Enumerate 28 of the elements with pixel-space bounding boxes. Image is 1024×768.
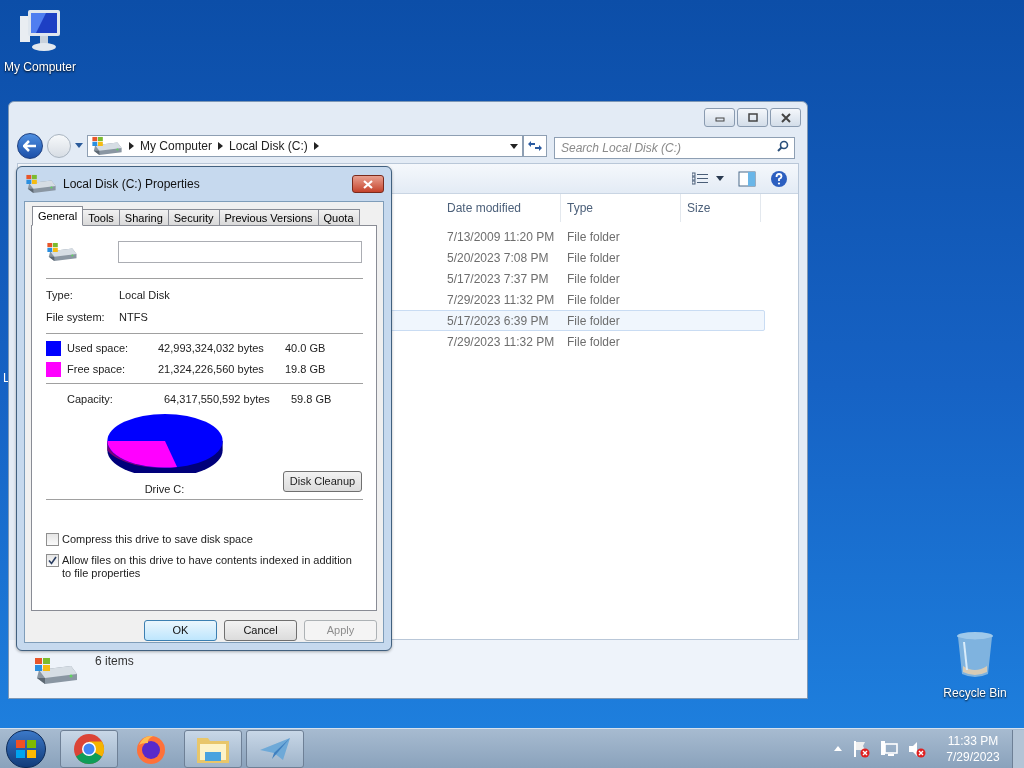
date-modified-cell-text: 5/17/2023 6:39 PM	[446, 312, 550, 330]
drive-label: Drive C:	[144, 481, 185, 497]
space-size: 19.8 GB	[285, 361, 326, 377]
type-cell-text: File folder	[566, 291, 621, 309]
space-bytes: 21,324,226,560 bytes	[158, 361, 265, 377]
date-modified-cell-text: 7/29/2023 11:32 PM	[446, 333, 556, 351]
file-system-label: File system:	[46, 309, 106, 325]
type-cell-text: File folder	[566, 228, 621, 246]
date-modified-cell-text: 7/29/2023 11:32 PM	[446, 291, 556, 309]
type-cell-text: File folder	[566, 333, 621, 351]
type-cell-text: File folder	[566, 249, 621, 267]
capacity-bytes: 64,317,550,592 bytes	[164, 391, 271, 407]
capacity-size: 59.8 GB	[291, 391, 332, 407]
date-modified-cell-text: 5/17/2023 7:37 PM	[446, 270, 550, 288]
file-system-value: NTFS	[119, 309, 148, 325]
space-label: Free space:	[66, 361, 127, 377]
type-cell-text: File folder	[566, 312, 621, 330]
space-bytes: 42,993,324,032 bytes	[158, 340, 265, 356]
dialog-title: Local Disk (C:) Properties	[63, 176, 201, 193]
space-label: Used space:	[66, 340, 130, 356]
item-count: 6 items	[95, 653, 134, 670]
type-cell-text: File folder	[566, 270, 621, 288]
date-modified-cell-text: 5/20/2023 7:08 PM	[446, 249, 550, 267]
type-value: Local Disk	[119, 288, 170, 303]
date-modified-cell-text: 7/13/2009 11:20 PM	[446, 228, 556, 246]
capacity-label: Capacity:	[66, 391, 114, 407]
type-label: Type:	[46, 288, 74, 303]
space-size: 40.0 GB	[285, 340, 326, 356]
